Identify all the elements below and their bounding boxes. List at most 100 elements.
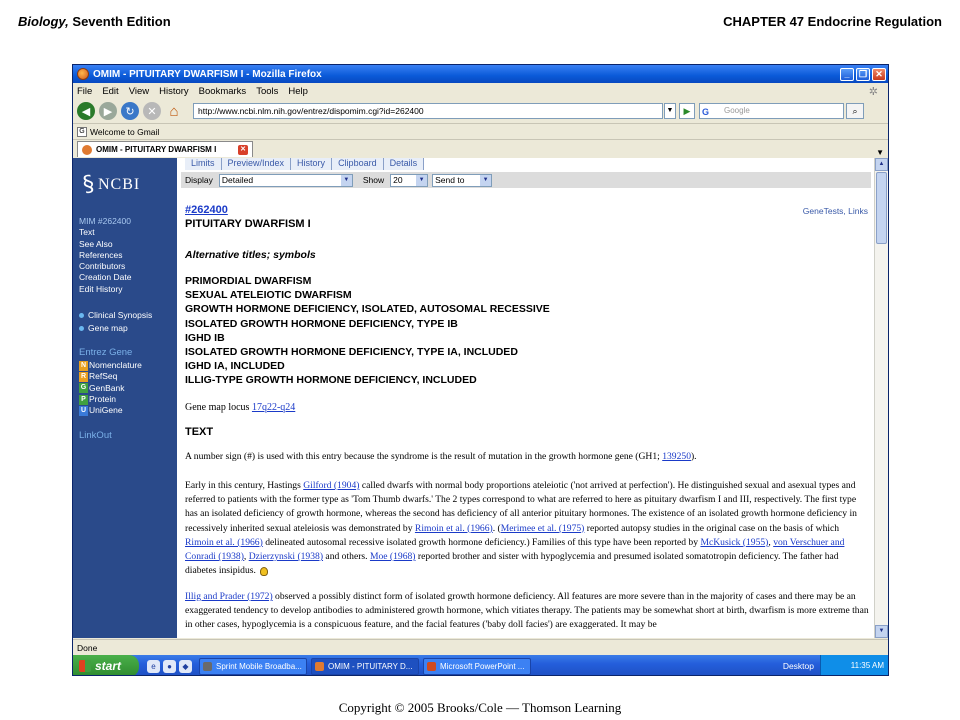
chevron-down-icon: ▼: [416, 174, 428, 186]
vertical-scrollbar[interactable]: ▲ ▼: [874, 158, 888, 638]
tab-favicon-icon: [82, 144, 92, 155]
task-omim[interactable]: OMIM - PITUITARY D...: [311, 657, 419, 675]
tab-clipboard[interactable]: Clipboard: [332, 158, 384, 170]
entrez-letter-icon: R: [79, 371, 88, 382]
tab-limits[interactable]: Limits: [185, 158, 222, 170]
reference-link[interactable]: Dzierzynski (1938): [249, 551, 323, 562]
entrez-item-nomenclature[interactable]: N Nomenclature: [79, 360, 142, 371]
entrez-letter-icon: P: [79, 394, 88, 405]
alt-title: IGHD IB: [185, 331, 225, 344]
go-button[interactable]: ▶: [679, 103, 695, 119]
entrez-item-refseq[interactable]: R RefSeq: [79, 371, 142, 382]
show-select[interactable]: 20 ▼: [390, 173, 429, 187]
desktop-toolbar[interactable]: Desktop: [783, 661, 814, 671]
sidebar-mim-number: MIM #262400: [79, 216, 131, 226]
reference-link[interactable]: Moe (1968): [370, 551, 416, 562]
sidebar-link-gene-map[interactable]: Gene map: [79, 322, 152, 335]
slide-book-title: Biology, Seventh Edition: [18, 14, 171, 29]
reference-link[interactable]: Illig and Prader (1972): [185, 591, 273, 602]
sidebar-link-clinical-synopsis[interactable]: Clinical Synopsis: [79, 309, 152, 322]
tab-label: OMIM - PITUITARY DWARFISM I: [96, 145, 217, 154]
task-powerpoint[interactable]: Microsoft PowerPoint ...: [423, 657, 531, 675]
entrez-letter-icon: U: [79, 405, 88, 416]
start-button[interactable]: start: [73, 655, 139, 675]
sidebar-link-see-also[interactable]: See Also: [79, 239, 131, 250]
entrez-item-genbank[interactable]: G GenBank: [79, 383, 142, 394]
home-icon[interactable]: ⌂: [165, 102, 183, 120]
menu-bar: File Edit View History Bookmarks Tools H…: [73, 83, 888, 99]
entrez-list: N Nomenclature R RefSeq G GenBank P Protein …: [79, 360, 142, 416]
sidebar-link-edit-history[interactable]: Edit History: [79, 284, 131, 295]
reference-link[interactable]: Merimee et al. (1975): [501, 523, 585, 534]
url-input[interactable]: http://www.ncbi.nlm.nih.gov/entrez/dispo…: [193, 103, 663, 119]
locus-link[interactable]: 17q22-q24: [252, 402, 295, 413]
genetests-links[interactable]: GeneTests, Links: [803, 206, 868, 216]
reload-button[interactable]: ↻: [121, 102, 139, 120]
ncbi-logo[interactable]: § NCBI: [80, 171, 140, 198]
url-dropdown-icon[interactable]: ▼: [664, 103, 676, 119]
window-title: OMIM - PITUITARY DWARFISM I - Mozilla Fi…: [93, 68, 322, 80]
menu-view[interactable]: View: [129, 86, 149, 97]
entry-title: PITUITARY DWARFISM I: [185, 218, 311, 230]
scroll-thumb[interactable]: [876, 172, 887, 244]
send-to-select[interactable]: Send to ▼: [432, 173, 493, 187]
bullet-icon: [79, 326, 84, 332]
menu-bookmarks[interactable]: Bookmarks: [199, 86, 247, 97]
menu-help[interactable]: Help: [288, 86, 308, 97]
google-icon: G: [702, 107, 710, 117]
linkout-link[interactable]: LinkOut: [79, 430, 112, 441]
display-select[interactable]: Detailed ▼: [218, 173, 353, 187]
status-bar: Done: [73, 639, 888, 655]
scroll-up-icon[interactable]: ▲: [875, 158, 888, 171]
stop-button[interactable]: ✕: [143, 102, 161, 120]
bookmark-gmail[interactable]: Welcome to Gmail: [90, 127, 159, 137]
alt-title: SEXUAL ATELEIOTIC DWARFISM: [185, 289, 352, 302]
menu-file[interactable]: File: [77, 86, 92, 97]
title-bar[interactable]: OMIM - PITUITARY DWARFISM I - Mozilla Fi…: [73, 65, 888, 83]
media-icon[interactable]: ◆: [179, 659, 192, 673]
tab-close-icon[interactable]: ✕: [238, 144, 248, 155]
task-icon: [203, 661, 212, 671]
entrez-item-protein[interactable]: P Protein: [79, 394, 142, 405]
tab-list-icon[interactable]: ▼: [876, 148, 884, 157]
mim-number-link[interactable]: #262400: [185, 204, 228, 216]
menu-tools[interactable]: Tools: [256, 86, 278, 97]
maximize-button[interactable]: ❐: [856, 67, 870, 81]
tab-omim[interactable]: OMIM - PITUITARY DWARFISM I ✕: [77, 141, 253, 157]
lightbulb-icon[interactable]: [259, 566, 268, 576]
helix-icon: §: [80, 171, 97, 198]
close-window-button[interactable]: ✕: [872, 67, 886, 81]
tab-details[interactable]: Details: [383, 158, 425, 170]
sidebar-link-contributors[interactable]: Contributors: [79, 261, 131, 272]
search-input[interactable]: G Google: [699, 103, 844, 119]
reference-link[interactable]: Rimoin et al. (1966): [415, 523, 493, 534]
tab-history[interactable]: History: [291, 158, 333, 170]
sidebar-link-references[interactable]: References: [79, 250, 131, 261]
gmail-icon: G: [77, 126, 87, 137]
forward-button[interactable]: ▶: [99, 102, 117, 120]
scroll-down-icon[interactable]: ▼: [875, 625, 888, 638]
task-sprint[interactable]: Sprint Mobile Broadba...: [199, 657, 307, 675]
ie-icon[interactable]: e: [147, 659, 160, 673]
minimize-button[interactable]: _: [840, 67, 854, 81]
firefox-icon: [77, 68, 89, 80]
entrez-gene-heading[interactable]: Entrez Gene: [79, 347, 132, 358]
menu-edit[interactable]: Edit: [102, 86, 118, 97]
alt-title: ISOLATED GROWTH HORMONE DEFICIENCY, TYPE…: [185, 317, 458, 330]
back-button[interactable]: ◀: [77, 102, 95, 120]
reference-link[interactable]: Rimoin et al. (1966): [185, 537, 263, 548]
chevron-down-icon: ▼: [480, 174, 492, 186]
firefox-quick-icon[interactable]: ●: [163, 659, 176, 673]
entrez-item-unigene[interactable]: U UniGene: [79, 405, 142, 416]
menu-history[interactable]: History: [159, 86, 189, 97]
reference-link[interactable]: Gilford (1904): [303, 480, 359, 491]
task-icon: [315, 661, 324, 671]
sidebar-link-text[interactable]: Text: [79, 227, 131, 238]
alt-title: ILLIG-TYPE GROWTH HORMONE DEFICIENCY, IN…: [185, 374, 477, 387]
reference-link[interactable]: McKusick (1955): [700, 537, 768, 548]
search-icon[interactable]: ⌕: [846, 103, 864, 119]
gene-link[interactable]: 139250: [662, 451, 691, 462]
tab-preview-index[interactable]: Preview/Index: [221, 158, 292, 170]
sidebar-link-creation-date[interactable]: Creation Date: [79, 272, 131, 283]
alt-title: ISOLATED GROWTH HORMONE DEFICIENCY, TYPE…: [185, 346, 518, 359]
